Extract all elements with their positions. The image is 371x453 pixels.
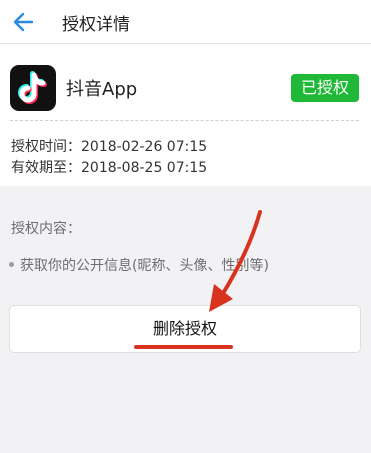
- app-name: 抖音App: [66, 79, 138, 100]
- app-header: 授权详情: [0, 0, 371, 44]
- tiktok-logo: [10, 65, 56, 111]
- annotation-arrow: [220, 210, 262, 297]
- arrow-left-icon[interactable]: [8, 6, 40, 38]
- bullet-icon: [9, 261, 14, 267]
- status-badge: 已授权: [291, 74, 359, 102]
- app-auth-card: 抖音App 已授权 授权时间：2018-02-26 07:15 有效期至：201…: [0, 44, 371, 186]
- auth-time-value: 2018-02-26 07:15: [81, 139, 208, 155]
- delete-authorization-button[interactable]: 删除授权: [9, 305, 361, 353]
- expiry-row: 有效期至：2018-08-25 07:15: [11, 157, 207, 177]
- permission-text: 获取你的公开信息(昵称、头像、性别等): [20, 258, 269, 274]
- auth-time-label: 授权时间：: [11, 139, 81, 155]
- permissions-title: 授权内容：: [11, 221, 81, 237]
- auth-time-row: 授权时间：2018-02-26 07:15: [11, 136, 207, 156]
- expiry-value: 2018-08-25 07:15: [81, 160, 208, 176]
- permission-item: 获取你的公开信息(昵称、头像、性别等): [9, 255, 269, 275]
- expiry-label: 有效期至：: [11, 160, 81, 176]
- divider: [10, 120, 359, 121]
- page-title: 授权详情: [62, 15, 130, 35]
